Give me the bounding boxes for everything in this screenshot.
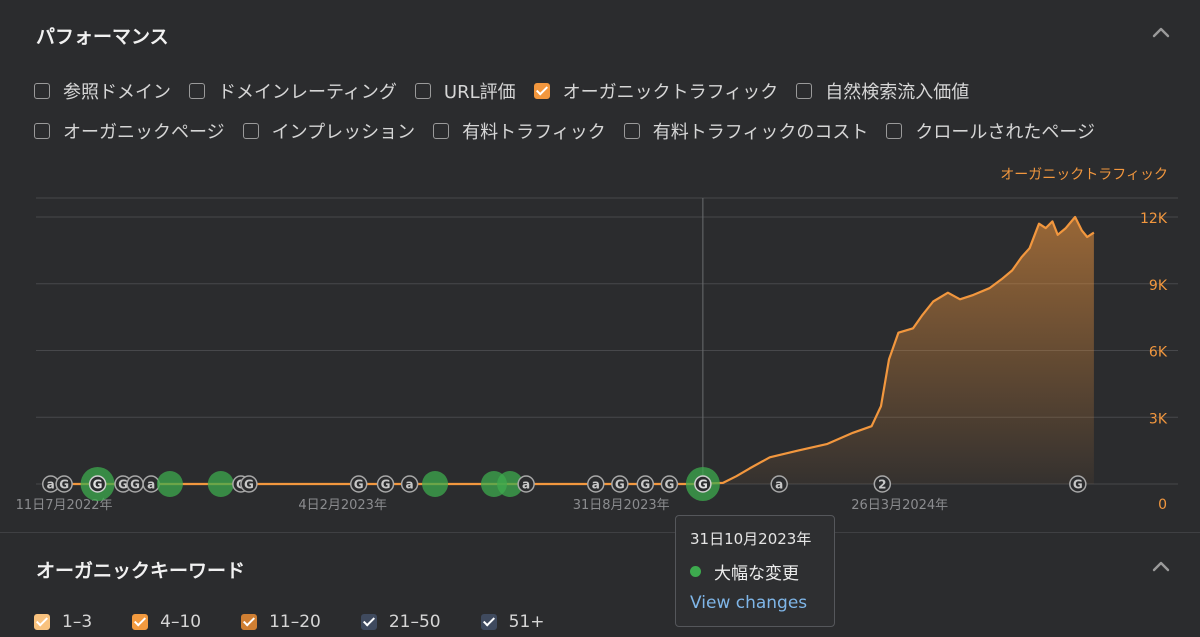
y-tick-label: 0 — [1158, 497, 1167, 513]
series-legend-label: オーガニックトラフィック — [1000, 167, 1168, 183]
metric-label: ドメインレーティング — [218, 82, 397, 103]
range-label: 51+ — [508, 612, 545, 632]
annotation-icon: a — [775, 478, 783, 492]
checkbox[interactable] — [433, 123, 450, 139]
range-label: 4–10 — [160, 612, 202, 632]
metric-option-4[interactable]: 自然検索流入価値 — [796, 78, 969, 104]
checkbox[interactable] — [189, 83, 205, 99]
checkbox-checked[interactable] — [360, 614, 377, 630]
metric-option-0[interactable]: 参照ドメイン — [34, 78, 171, 104]
metric-option-3[interactable]: 有料トラフィックのコスト — [623, 118, 869, 144]
y-tick-label: 3K — [1149, 411, 1168, 427]
checkbox[interactable] — [414, 83, 431, 99]
metric-option-2[interactable]: URL評価 — [414, 78, 516, 104]
chevron-up-icon — [1152, 561, 1170, 572]
range-label: 1–3 — [62, 612, 93, 632]
google-update-icon: G — [130, 478, 140, 492]
google-update-icon: G — [381, 478, 391, 492]
metric-option-4[interactable]: クロールされたページ — [886, 118, 1095, 144]
tooltip-date: 31日10月2023年 — [690, 530, 812, 548]
checkbox-checked[interactable] — [34, 614, 50, 630]
major-change-marker[interactable] — [207, 471, 234, 497]
range-filter-11-20[interactable]: 11–20 — [241, 612, 343, 632]
checkbox-checked[interactable] — [132, 614, 149, 630]
checkbox[interactable] — [34, 83, 50, 99]
annotation-icon: a — [147, 478, 155, 492]
collapse-keywords-button[interactable] — [1152, 560, 1170, 574]
metric-option-2[interactable]: 有料トラフィック — [433, 118, 606, 144]
checkbox[interactable] — [886, 123, 903, 139]
metric-label: インプレッション — [271, 122, 416, 143]
change-dot-icon — [690, 566, 701, 577]
metric-label: クロールされたページ — [915, 122, 1096, 143]
x-tick-label: 26日3月2024年 — [851, 498, 948, 513]
google-update-icon: G — [615, 478, 625, 492]
view-changes-link[interactable]: View changes — [690, 593, 820, 613]
tooltip-event-row: 大幅な変更 — [690, 559, 820, 584]
annotation-icon: a — [522, 478, 530, 492]
range-filter-51-plus[interactable]: 51+ — [480, 612, 567, 632]
google-update-icon: G — [664, 478, 674, 492]
chart-tooltip: 31日10月2023年 大幅な変更 View changes — [675, 515, 835, 627]
checkbox[interactable] — [623, 123, 640, 139]
y-tick-label: 9K — [1149, 278, 1168, 294]
metric-label: 有料トラフィック — [462, 122, 606, 143]
metric-label: オーガニックページ — [63, 122, 225, 143]
metric-label: オーガニックトラフィック — [562, 82, 779, 103]
range-filter-1-3[interactable]: 1–3 — [34, 612, 114, 632]
range-label: 21–50 — [388, 612, 441, 632]
metric-row-1: 参照ドメイン ドメインレーティング URL評価 オーガニックトラフィック 自然検索流入価… — [34, 78, 987, 104]
keyword-range-filters: 1–3 4–10 11–20 21–50 51+ — [34, 612, 585, 632]
range-filter-4-10[interactable]: 4–10 — [132, 612, 223, 632]
checkbox-checked[interactable] — [480, 614, 497, 630]
metric-label: 有料トラフィックのコスト — [652, 122, 869, 143]
google-update-icon: G — [1073, 478, 1083, 492]
metric-label: 自然検索流入価値 — [825, 82, 970, 103]
google-update-icon: G — [354, 478, 364, 492]
metric-row-2: オーガニックページ インプレッション 有料トラフィック 有料トラフィックのコスト クロー… — [34, 118, 1113, 144]
google-update-icon: G — [59, 478, 69, 492]
major-change-marker[interactable] — [422, 471, 449, 497]
google-update-icon: G — [640, 478, 650, 492]
section-divider — [0, 532, 1200, 533]
x-tick-label: 4日2月2023年 — [298, 498, 387, 513]
chevron-up-icon — [1152, 27, 1170, 38]
collapse-performance-button[interactable] — [1152, 26, 1170, 40]
checkbox[interactable] — [242, 123, 259, 139]
google-update-icon: G — [244, 478, 254, 492]
checkbox[interactable] — [796, 83, 813, 99]
metric-option-0[interactable]: オーガニックページ — [34, 118, 225, 144]
annotation-icon: a — [406, 478, 414, 492]
performance-title: パフォーマンス — [36, 26, 169, 48]
metric-label: URL評価 — [443, 82, 516, 103]
organic-traffic-chart[interactable]: 12K9K6K3K011日7月2022年 4日2月2023年 31日8月2023年 2… — [0, 185, 1200, 525]
checkbox-checked[interactable] — [241, 614, 258, 630]
checkbox[interactable] — [34, 123, 50, 139]
metric-option-3[interactable]: オーガニックトラフィック — [533, 78, 779, 104]
event-count-icon: 2 — [878, 478, 886, 492]
google-update-icon: G — [93, 478, 103, 492]
checkbox-checked[interactable] — [533, 83, 550, 99]
major-change-marker[interactable] — [156, 471, 183, 497]
annotation-icon: a — [47, 478, 55, 492]
metric-label: 参照ドメイン — [63, 82, 171, 103]
annotation-icon: a — [592, 478, 600, 492]
range-label: 11–20 — [269, 612, 321, 632]
y-tick-label: 6K — [1149, 345, 1168, 361]
y-tick-label: 12K — [1140, 211, 1168, 227]
tooltip-event: 大幅な変更 — [714, 564, 799, 584]
metric-option-1[interactable]: ドメインレーティング — [189, 78, 397, 104]
range-filter-21-50[interactable]: 21–50 — [360, 612, 463, 632]
keywords-title: オーガニックキーワード — [36, 560, 246, 582]
metric-option-1[interactable]: インプレッション — [242, 118, 416, 144]
x-tick-label: 31日8月2023年 — [573, 498, 670, 513]
google-update-icon: G — [698, 478, 708, 492]
